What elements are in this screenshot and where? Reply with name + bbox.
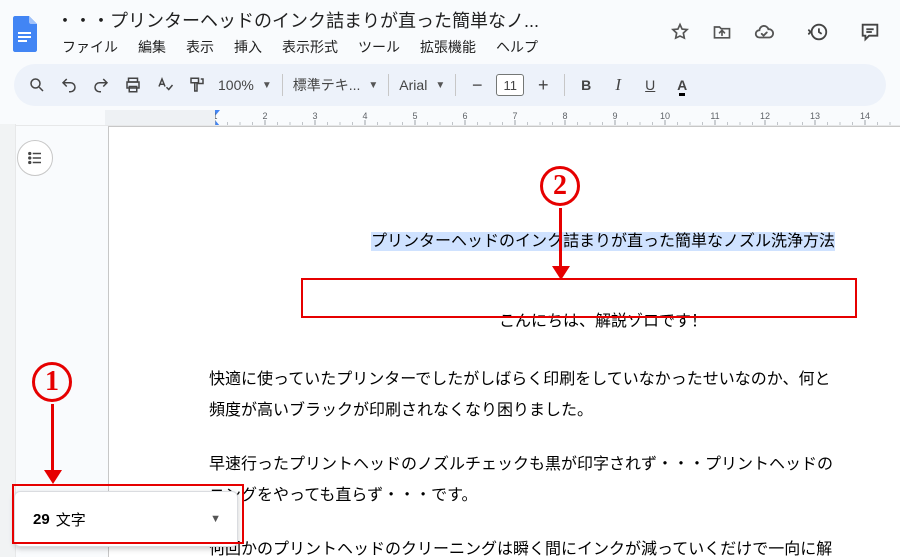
menu-tools[interactable]: ツール (350, 35, 408, 59)
zoom-value[interactable]: 100% (218, 77, 254, 93)
move-to-drive-icon[interactable] (710, 20, 734, 44)
menu-bar: ファイル 編集 表示 挿入 表示形式 ツール 拡張機能 ヘルプ (54, 33, 662, 59)
decrease-fontsize-button[interactable]: − (462, 70, 492, 100)
chevron-down-icon[interactable]: ▼ (262, 80, 272, 91)
svg-text:5: 5 (412, 111, 417, 121)
document-title[interactable]: ・・・プリンターヘッドのインク詰まりが直った簡単なノ... (54, 5, 662, 33)
menu-format[interactable]: 表示形式 (274, 35, 346, 59)
svg-text:2: 2 (262, 111, 267, 121)
bold-button[interactable]: B (571, 70, 601, 100)
svg-text:3: 3 (312, 111, 317, 121)
ruler[interactable]: 123456789101112131415 (0, 110, 900, 126)
outline-toggle-button[interactable] (17, 140, 53, 176)
word-count-popup[interactable]: 29 文字 ▼ (14, 491, 238, 547)
cloud-status-icon[interactable] (752, 20, 776, 44)
chevron-down-icon[interactable]: ▼ (368, 80, 378, 91)
italic-button[interactable]: I (603, 70, 633, 100)
text-color-button[interactable]: A (667, 70, 697, 100)
title-bar: ・・・プリンターヘッドのインク詰まりが直った簡単なノ... ファイル 編集 表示… (0, 0, 900, 64)
svg-text:8: 8 (562, 111, 567, 121)
svg-text:14: 14 (860, 111, 870, 121)
print-icon[interactable] (118, 70, 148, 100)
comments-icon[interactable] (858, 20, 882, 44)
redo-icon[interactable] (86, 70, 116, 100)
svg-text:9: 9 (612, 111, 617, 121)
selected-heading-text[interactable]: プリンターヘッドのインク詰まりが直った簡単なノズル洗浄方法 (371, 232, 835, 251)
word-count-value: 29 (33, 511, 50, 528)
greeting-line[interactable]: こんにちは、解説ゾロです！ (109, 307, 900, 337)
spellcheck-icon[interactable] (150, 70, 180, 100)
menu-help[interactable]: ヘルプ (488, 35, 546, 59)
search-menus-icon[interactable] (22, 70, 52, 100)
underline-button[interactable]: U (635, 70, 665, 100)
svg-text:4: 4 (362, 111, 367, 121)
vertical-ruler (0, 124, 16, 557)
menu-extensions[interactable]: 拡張機能 (412, 35, 484, 59)
star-icon[interactable] (668, 20, 692, 44)
menu-edit[interactable]: 編集 (130, 35, 174, 59)
menu-insert[interactable]: 挿入 (226, 35, 270, 59)
toolbar: 100% ▼ 標準テキ... ▼ Arial ▼ − 11 + B I U A (14, 64, 886, 106)
svg-text:12: 12 (760, 111, 770, 121)
increase-fontsize-button[interactable]: + (528, 70, 558, 100)
paragraph-style[interactable]: 標準テキ... (293, 75, 361, 95)
svg-text:10: 10 (660, 111, 670, 121)
font-family[interactable]: Arial (399, 77, 427, 93)
undo-icon[interactable] (54, 70, 84, 100)
history-icon[interactable] (806, 20, 830, 44)
paint-format-icon[interactable] (182, 70, 212, 100)
svg-text:7: 7 (512, 111, 517, 121)
svg-text:11: 11 (710, 111, 719, 121)
menu-view[interactable]: 表示 (178, 35, 222, 59)
svg-text:13: 13 (810, 111, 820, 121)
body-text[interactable]: 快適に使っていたプリンターでしたがしばらく印刷をしていなかったせいなのか、何と頻… (209, 365, 900, 557)
docs-logo[interactable] (10, 14, 42, 54)
menu-file[interactable]: ファイル (54, 35, 126, 59)
chevron-down-icon[interactable]: ▼ (210, 513, 225, 525)
font-size-input[interactable]: 11 (496, 74, 524, 96)
chevron-down-icon[interactable]: ▼ (435, 80, 445, 91)
word-count-unit: 文字 (56, 509, 86, 530)
svg-text:6: 6 (462, 111, 467, 121)
